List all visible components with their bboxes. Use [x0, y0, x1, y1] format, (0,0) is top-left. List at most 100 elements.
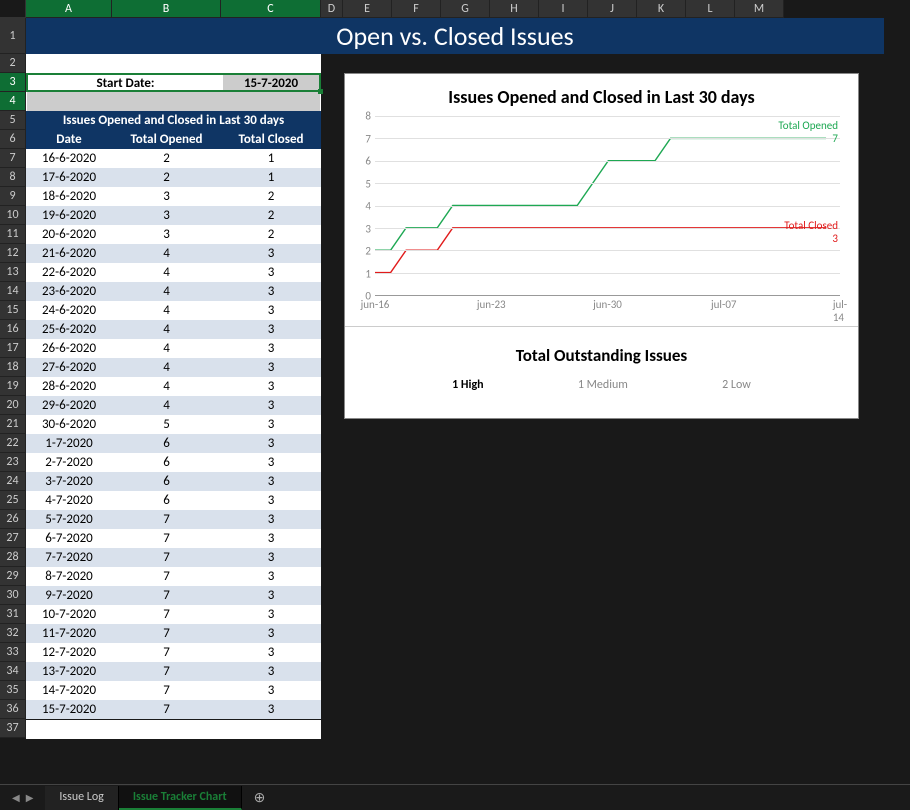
table-cell[interactable]: 4: [112, 377, 221, 396]
vertical-scrollbar[interactable]: [898, 18, 910, 784]
table-cell[interactable]: 20-6-2020: [26, 225, 112, 244]
column-header-B[interactable]: B: [112, 0, 221, 18]
table-cell[interactable]: 3: [221, 624, 321, 643]
table-cell[interactable]: 14-7-2020: [26, 681, 112, 700]
table-row[interactable]: 11-7-202073: [26, 624, 321, 643]
table-cell[interactable]: 15-7-2020: [26, 700, 112, 719]
table-row[interactable]: 15-7-202073: [26, 700, 321, 719]
row-header-9[interactable]: 9: [0, 187, 26, 206]
table-cell[interactable]: 7: [112, 605, 221, 624]
row-header-15[interactable]: 15: [0, 301, 26, 320]
cell[interactable]: [26, 92, 321, 111]
table-row[interactable]: 16-6-202021: [26, 149, 321, 168]
table-row[interactable]: 9-7-202073: [26, 586, 321, 605]
tab-next-icon[interactable]: ▶: [26, 791, 34, 804]
table-cell[interactable]: 18-6-2020: [26, 187, 112, 206]
row-header-2[interactable]: 2: [0, 54, 26, 73]
table-cell[interactable]: 5-7-2020: [26, 510, 112, 529]
row-header-35[interactable]: 35: [0, 681, 26, 700]
row-header-34[interactable]: 34: [0, 662, 26, 681]
column-header-H[interactable]: H: [490, 0, 539, 18]
table-row[interactable]: 3-7-202063: [26, 472, 321, 491]
table-cell[interactable]: 3: [221, 605, 321, 624]
table-cell[interactable]: 3: [112, 225, 221, 244]
table-cell[interactable]: 6: [112, 491, 221, 510]
table-cell[interactable]: 1-7-2020: [26, 434, 112, 453]
table-row[interactable]: 13-7-202073: [26, 662, 321, 681]
table-row[interactable]: 28-6-202043: [26, 377, 321, 396]
table-cell[interactable]: 9-7-2020: [26, 586, 112, 605]
column-header-K[interactable]: K: [637, 0, 686, 18]
row-header-31[interactable]: 31: [0, 605, 26, 624]
row-header-7[interactable]: 7: [0, 149, 26, 168]
table-cell[interactable]: 23-6-2020: [26, 282, 112, 301]
table-cell[interactable]: 3: [221, 567, 321, 586]
table-cell[interactable]: 4: [112, 282, 221, 301]
table-cell[interactable]: 16-6-2020: [26, 149, 112, 168]
table-cell[interactable]: 26-6-2020: [26, 339, 112, 358]
col-header-opened[interactable]: Total Opened: [112, 130, 221, 149]
table-cell[interactable]: 7: [112, 681, 221, 700]
column-header-I[interactable]: I: [539, 0, 588, 18]
table-cell[interactable]: 7: [112, 586, 221, 605]
row-header-36[interactable]: 36: [0, 700, 26, 719]
table-cell[interactable]: 2: [112, 149, 221, 168]
row-header-33[interactable]: 33: [0, 643, 26, 662]
table-cell[interactable]: 3: [112, 206, 221, 225]
tab-nav[interactable]: ◀ ▶: [0, 791, 45, 804]
row-header-37[interactable]: 37: [0, 719, 26, 738]
table-cell[interactable]: 3: [221, 472, 321, 491]
table-row[interactable]: 25-6-202043: [26, 320, 321, 339]
table-cell[interactable]: 3: [221, 339, 321, 358]
table-cell[interactable]: 7: [112, 548, 221, 567]
table-cell[interactable]: 4-7-2020: [26, 491, 112, 510]
table-cell[interactable]: 3: [221, 282, 321, 301]
table-row[interactable]: 29-6-202043: [26, 396, 321, 415]
table-cell[interactable]: 29-6-2020: [26, 396, 112, 415]
table-cell[interactable]: 7: [112, 662, 221, 681]
table-cell[interactable]: 3: [221, 586, 321, 605]
table-row[interactable]: 12-7-202073: [26, 643, 321, 662]
selection-range[interactable]: Start Date: 15-7-2020: [26, 73, 321, 92]
add-sheet-button[interactable]: ⊕: [242, 789, 278, 806]
row-header-13[interactable]: 13: [0, 263, 26, 282]
column-header-M[interactable]: M: [735, 0, 784, 18]
column-header-C[interactable]: C: [221, 0, 321, 18]
table-row[interactable]: 8-7-202073: [26, 567, 321, 586]
table-cell[interactable]: 4: [112, 244, 221, 263]
worksheet-cells[interactable]: Open vs. Closed Issues Start Date: 15-7-…: [26, 18, 910, 772]
table-cell[interactable]: 2: [112, 168, 221, 187]
table-cell[interactable]: 3: [221, 396, 321, 415]
table-cell[interactable]: 3: [221, 491, 321, 510]
column-header-L[interactable]: L: [686, 0, 735, 18]
table-row[interactable]: 4-7-202063: [26, 491, 321, 510]
row-header-5[interactable]: 5: [0, 111, 26, 130]
table-cell[interactable]: 13-7-2020: [26, 662, 112, 681]
column-header-A[interactable]: A: [26, 0, 112, 18]
table-cell[interactable]: 1: [221, 149, 321, 168]
row-header-16[interactable]: 16: [0, 320, 26, 339]
table-cell[interactable]: 30-6-2020: [26, 415, 112, 434]
table-cell[interactable]: 24-6-2020: [26, 301, 112, 320]
table-row[interactable]: 27-6-202043: [26, 358, 321, 377]
row-header-12[interactable]: 12: [0, 244, 26, 263]
column-header-E[interactable]: E: [343, 0, 392, 18]
table-cell[interactable]: 12-7-2020: [26, 643, 112, 662]
select-all-corner[interactable]: [0, 0, 26, 18]
table-cell[interactable]: 3: [221, 662, 321, 681]
table-row[interactable]: 19-6-202032: [26, 206, 321, 225]
row-header-25[interactable]: 25: [0, 491, 26, 510]
table-cell[interactable]: 3: [221, 700, 321, 719]
col-header-date[interactable]: Date: [26, 130, 112, 149]
table-cell[interactable]: 2-7-2020: [26, 453, 112, 472]
table-cell[interactable]: 27-6-2020: [26, 358, 112, 377]
table-cell[interactable]: 3: [221, 263, 321, 282]
row-header-27[interactable]: 27: [0, 529, 26, 548]
table-row[interactable]: 30-6-202053: [26, 415, 321, 434]
table-cell[interactable]: 3: [221, 415, 321, 434]
row-header-30[interactable]: 30: [0, 586, 26, 605]
fill-handle[interactable]: [318, 89, 323, 94]
table-row[interactable]: 10-7-202073: [26, 605, 321, 624]
row-header-26[interactable]: 26: [0, 510, 26, 529]
table-cell[interactable]: 4: [112, 301, 221, 320]
